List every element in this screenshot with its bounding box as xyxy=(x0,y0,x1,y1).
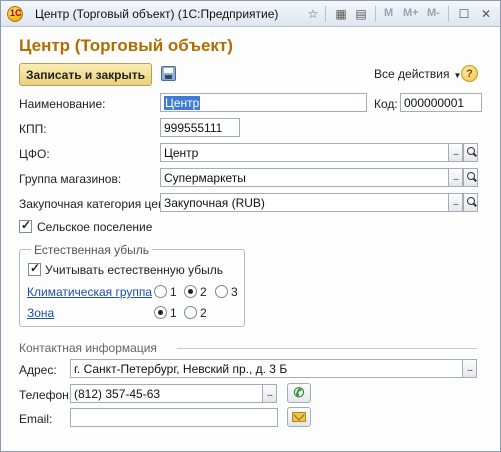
climate-radio-2[interactable] xyxy=(184,285,197,298)
contact-section-title: Контактная информация xyxy=(19,341,157,355)
phone-label: Телефон: xyxy=(19,388,73,402)
climate-radio-2-label: 2 xyxy=(200,285,207,299)
email-label: Email: xyxy=(19,412,53,426)
close-icon[interactable]: ✕ xyxy=(477,5,495,23)
zone-link[interactable]: Зона xyxy=(27,306,54,320)
purchase-category-select-button[interactable]: ... xyxy=(448,193,463,212)
cfo-label: ЦФО: xyxy=(19,147,50,161)
address-select-button[interactable]: ... xyxy=(462,359,477,378)
window-title: Центр (Торговый объект) (1С:Предприятие) xyxy=(35,7,279,21)
help-icon[interactable]: ? xyxy=(461,65,478,82)
purchase-category-search-icon[interactable] xyxy=(463,193,478,212)
cfo-search-icon[interactable] xyxy=(463,143,478,162)
climate-group-link[interactable]: Климатическая группа xyxy=(27,285,152,299)
name-label: Наименование: xyxy=(19,97,106,111)
natural-loss-title: Естественная убыль xyxy=(31,243,152,257)
purchase-category-field[interactable]: Закупочная (RUB) xyxy=(160,193,449,212)
send-email-button[interactable] xyxy=(287,407,311,427)
climate-radio-1-label: 1 xyxy=(170,285,177,299)
kpp-field[interactable]: 999555111 xyxy=(160,118,240,137)
rural-checkbox[interactable] xyxy=(19,218,32,233)
name-field-value: Центр xyxy=(164,96,201,110)
store-group-search-icon[interactable] xyxy=(463,168,478,187)
memory-minus-button[interactable]: M- xyxy=(427,7,440,19)
phone-field[interactable]: (812) 357-45-63 xyxy=(70,384,263,403)
climate-radio-1[interactable] xyxy=(154,285,167,298)
name-field[interactable]: Центр xyxy=(160,93,367,112)
form-title: Центр (Торговый объект) xyxy=(19,36,233,55)
zone-radio-2[interactable] xyxy=(184,306,197,319)
address-field[interactable]: г. Санкт-Петербург, Невский пр., д. 3 Б xyxy=(70,359,463,378)
cfo-select-button[interactable]: ... xyxy=(448,143,463,162)
app-logo-icon[interactable]: 1С xyxy=(7,6,23,22)
phone-select-button[interactable]: ... xyxy=(262,384,277,403)
code-field[interactable]: 000000001 xyxy=(400,93,482,112)
climate-radio-3-label: 3 xyxy=(231,285,238,299)
rural-label: Сельское поселение xyxy=(37,220,153,234)
address-label: Адрес: xyxy=(19,363,57,377)
memory-plus-button[interactable]: M+ xyxy=(403,7,419,19)
save-and-close-button[interactable]: Записать и закрыть xyxy=(19,63,152,86)
all-actions-label: Все действия xyxy=(374,67,450,81)
toolbar-separator xyxy=(448,6,449,22)
all-actions-menu[interactable]: Все действия ▼ xyxy=(374,67,461,81)
zone-radio-1-label: 1 xyxy=(170,306,177,320)
calculator-icon[interactable]: ▦ xyxy=(332,5,350,23)
kpp-label: КПП: xyxy=(19,122,47,136)
climate-radio-3[interactable] xyxy=(215,285,228,298)
form-window: 1С Центр (Торговый объект) (1С:Предприят… xyxy=(0,0,501,452)
call-button[interactable]: ✆ xyxy=(287,383,311,403)
email-field[interactable] xyxy=(70,408,278,427)
zone-radio-2-label: 2 xyxy=(200,306,207,320)
toolbar-separator xyxy=(375,6,376,22)
calendar-icon[interactable]: ▤ xyxy=(352,5,370,23)
phone-icon: ✆ xyxy=(293,385,305,400)
zone-radio-1[interactable] xyxy=(154,306,167,319)
favorites-star-icon[interactable]: ☆ xyxy=(304,5,322,23)
code-label: Код: xyxy=(374,97,398,111)
use-natural-loss-checkbox[interactable] xyxy=(28,261,41,276)
cfo-field[interactable]: Центр xyxy=(160,143,449,162)
section-divider xyxy=(177,348,477,349)
toolbar-separator xyxy=(325,6,326,22)
title-bar: 1С Центр (Торговый объект) (1С:Предприят… xyxy=(1,1,500,27)
save-icon[interactable] xyxy=(161,66,176,81)
store-group-label: Группа магазинов: xyxy=(19,172,122,186)
use-natural-loss-label: Учитывать естественную убыль xyxy=(45,263,224,277)
store-group-select-button[interactable]: ... xyxy=(448,168,463,187)
maximize-icon[interactable]: ☐ xyxy=(455,5,473,23)
envelope-icon xyxy=(292,412,306,422)
memory-button[interactable]: M xyxy=(384,7,393,19)
purchase-category-label: Закупочная категория цен: xyxy=(19,197,168,211)
store-group-field[interactable]: Супермаркеты xyxy=(160,168,449,187)
